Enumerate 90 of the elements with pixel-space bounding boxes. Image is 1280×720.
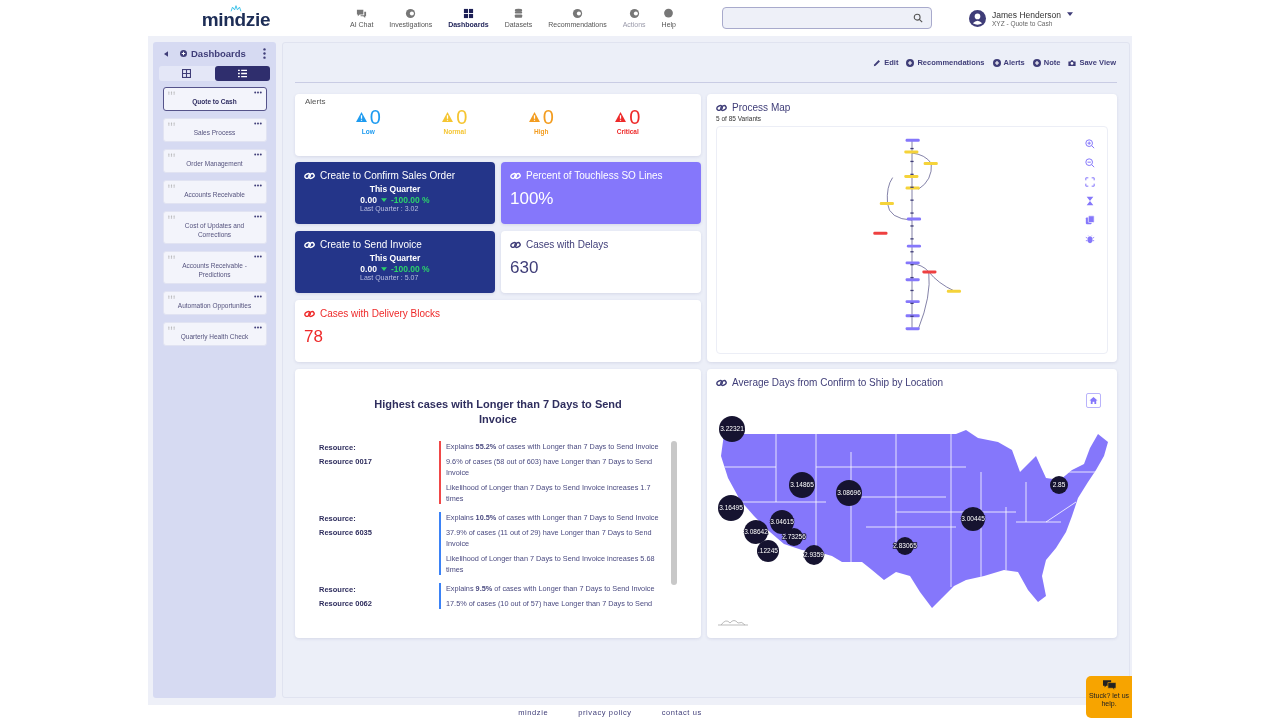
more-icon[interactable] — [253, 326, 262, 329]
location-marker[interactable] — [804, 545, 824, 565]
sidebar-title: Dashboards — [191, 48, 247, 59]
dashboard-icon[interactable] — [462, 8, 474, 19]
metric-value: 630 — [510, 258, 540, 278]
link-icon[interactable] — [304, 240, 315, 249]
add-icon[interactable] — [180, 50, 187, 57]
hourglass-icon[interactable] — [1085, 196, 1095, 206]
caret-icon — [1067, 12, 1073, 16]
metric-title: Create to Confirm Sales Order — [320, 170, 456, 181]
metric-value: 0.00 — [360, 195, 377, 205]
drag-handle-icon[interactable] — [167, 325, 175, 330]
drag-handle-icon[interactable] — [167, 152, 175, 157]
more-icon[interactable] — [253, 295, 262, 298]
bug-icon[interactable] — [1085, 234, 1095, 244]
metric-card[interactable]: Cases with Delivery Blocks 78 — [295, 300, 701, 362]
card-title: Average Days from Confirm to Ship by Location — [732, 377, 944, 388]
change-value: -100.00 % — [390, 264, 430, 274]
card-title: Alerts — [305, 97, 326, 106]
search-field[interactable] — [722, 7, 932, 29]
list-view-button[interactable] — [214, 66, 270, 81]
avatar-icon — [969, 9, 986, 27]
more-icon[interactable] — [253, 184, 262, 187]
more-icon[interactable] — [253, 255, 262, 258]
drag-handle-icon[interactable] — [167, 254, 175, 259]
metric-title: Cases with Delivery Blocks — [320, 308, 441, 319]
drag-handle-icon[interactable] — [167, 214, 175, 219]
metric-title: Percent of Touchless SO Lines — [526, 170, 663, 181]
location-marker[interactable] — [789, 472, 815, 498]
location-marker[interactable] — [1050, 476, 1068, 494]
metric-value: 100% — [510, 189, 555, 209]
logo[interactable]: mindzie — [201, 9, 271, 31]
card-title: Highest cases with Longer than 7 Days to Send Invoice — [373, 397, 623, 427]
link-icon[interactable] — [716, 103, 727, 112]
period-label: This Quarter — [368, 253, 422, 263]
drag-handle-icon[interactable] — [167, 183, 175, 188]
metric-value: 78 — [304, 327, 324, 347]
location-marker[interactable] — [836, 480, 862, 506]
more-icon[interactable] — [253, 153, 262, 156]
alert-count: 0 — [542, 106, 554, 128]
link-icon[interactable] — [716, 378, 727, 387]
zoom-in-icon[interactable] — [1085, 139, 1095, 149]
alert-count: 0 — [629, 106, 641, 128]
plus-icon — [1032, 58, 1041, 67]
metric-value: 0.00 — [360, 264, 377, 274]
more-icon[interactable] — [253, 215, 262, 218]
more-icon[interactable] — [263, 48, 266, 59]
collapse-icon[interactable] — [164, 50, 168, 57]
home-button[interactable] — [1086, 393, 1101, 408]
logo-icon — [229, 5, 243, 12]
more-icon[interactable] — [253, 91, 262, 94]
link-icon[interactable] — [510, 240, 521, 249]
down-arrow-icon — [380, 198, 387, 202]
drag-handle-icon[interactable] — [167, 294, 175, 299]
moon-icon[interactable] — [571, 8, 583, 19]
copy-icon[interactable] — [1085, 215, 1095, 225]
moon-icon[interactable] — [405, 8, 417, 19]
chat-icon — [1102, 680, 1116, 690]
period-label: This Quarter — [368, 184, 422, 194]
alert-count: 0 — [456, 106, 468, 128]
down-arrow-icon — [380, 267, 387, 271]
range-slider-icon[interactable] — [718, 618, 748, 626]
list-icon — [237, 69, 247, 78]
drag-handle-icon[interactable] — [167, 121, 175, 126]
database-icon[interactable] — [512, 8, 524, 19]
location-marker[interactable] — [757, 540, 779, 562]
location-marker[interactable] — [744, 520, 768, 544]
zoom-out-icon[interactable] — [1085, 158, 1095, 168]
plus-icon — [906, 58, 915, 67]
pencil-icon — [873, 58, 882, 67]
metric-title: Cases with Delays — [526, 239, 609, 250]
link-icon[interactable] — [304, 171, 315, 180]
camera-icon — [1068, 58, 1077, 67]
more-icon[interactable] — [253, 122, 262, 125]
location-marker[interactable] — [961, 507, 985, 531]
alert-count: 0 — [369, 106, 381, 128]
location-marker[interactable] — [770, 510, 794, 534]
search-icon — [913, 13, 923, 23]
grid-icon — [182, 69, 192, 78]
plus-icon — [992, 58, 1001, 67]
metric-card[interactable]: Cases with Delays 630 — [501, 231, 701, 293]
card-title: Process Map — [732, 102, 791, 113]
location-marker[interactable] — [718, 495, 744, 521]
scrollbar[interactable] — [671, 441, 677, 585]
change-value: -100.00 % — [390, 195, 430, 205]
chat-icon[interactable] — [356, 8, 368, 19]
metric-title: Create to Send Invoice — [320, 239, 422, 250]
drag-handle-icon[interactable] — [167, 90, 175, 95]
location-marker[interactable] — [719, 416, 745, 442]
home-icon — [1089, 396, 1098, 405]
